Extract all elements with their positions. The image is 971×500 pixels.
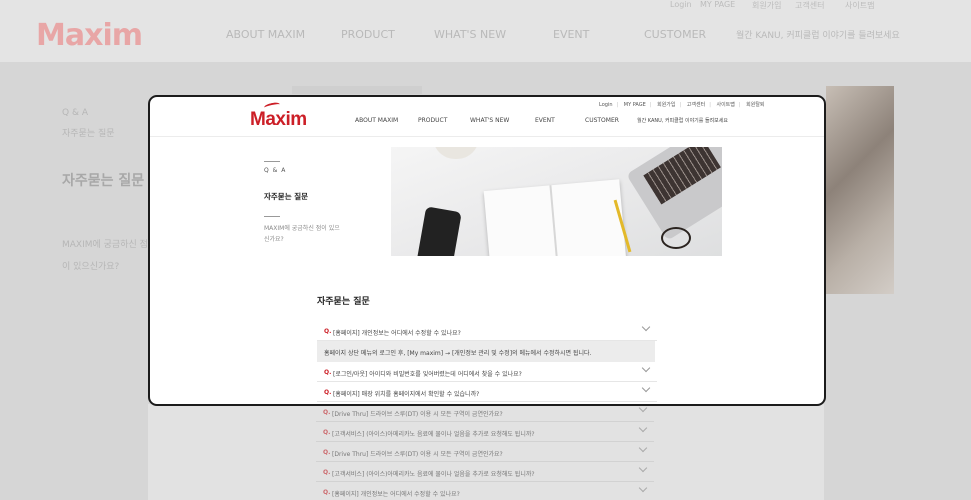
background-nav-about: ABOUT MAXIM — [226, 28, 306, 41]
faq-question: [고객서비스] (아이스)아메리카노 음료에 물이나 얼음을 추가로 요청해도 … — [332, 431, 535, 438]
question-marker: Q. — [323, 489, 331, 496]
background-side-title: 자주묻는 질문 — [62, 173, 145, 189]
background-nav-customer: CUSTOMER — [644, 28, 707, 41]
background-util-join: 회원가입 — [752, 1, 782, 10]
mypage-link[interactable]: MY PAGE — [624, 102, 646, 108]
faq-answer-text: 홈페이지 상단 메뉴의 로그인 후, [My maxim] → [개인정보 관리… — [324, 350, 592, 357]
maxim-logo[interactable]: Maxim — [250, 101, 307, 131]
faq-row[interactable]: Q. [홈페이지] 개인정보는 어디에서 수정할 수 있나요? — [317, 321, 657, 341]
nav-about-maxim[interactable]: ABOUT MAXIM — [355, 117, 398, 124]
question-marker: Q. — [323, 409, 331, 416]
join-link[interactable]: 회원가입 — [657, 102, 675, 108]
question-marker: Q. — [323, 429, 331, 436]
nav-customer[interactable]: CUSTOMER — [585, 117, 619, 124]
sidebar-item-faq[interactable]: 자주묻는 질문 — [264, 191, 308, 202]
hero-image — [391, 147, 722, 256]
background-hero-edge — [292, 86, 422, 94]
faq-row[interactable]: Q. [고객서비스] (아이스)아메리카노 음료에 물이나 얼음을 추가로 요청… — [316, 462, 654, 482]
question-marker: Q. — [323, 469, 331, 476]
faq-row[interactable]: Q. [홈페이지] 개인정보는 어디에서 수정할 수 있나요? — [316, 482, 654, 500]
chevron-down-icon — [638, 483, 648, 493]
page-title: 자주묻는 질문 — [317, 297, 370, 307]
logo-text: Maxim — [250, 109, 307, 130]
faq-question: [Drive Thru] 드라이브 스루(DT) 이용 시 모든 구역이 금연인… — [332, 451, 503, 458]
sidebar-section-title: Q & A — [264, 167, 287, 174]
background-logo: Maxim — [36, 18, 143, 53]
glasses-graphic — [661, 227, 691, 249]
site-header: Maxim Login | MY PAGE | 회원가입 | 고객센터 | 사이트맵 | … — [150, 97, 824, 137]
phone-graphic — [416, 206, 462, 256]
background-util-login: Login — [670, 0, 692, 9]
faq-question: [고객서비스] (아이스)아메리카노 음료에 물이나 얼음을 추가로 요청해도 … — [332, 471, 535, 478]
faq-question: [홈페이지] 개인정보는 어디에서 수정할 수 있나요? — [333, 330, 461, 337]
nav-notice-link[interactable]: 월간 KANU, 커피클럽 이야기를 들려보세요 — [637, 117, 728, 124]
background-util-cs: 고객센터 — [795, 1, 825, 10]
chevron-down-icon — [638, 423, 648, 433]
utility-menu: Login | MY PAGE | 회원가입 | 고객센터 | 사이트맵 | 회원탈퇴 — [599, 102, 765, 108]
background-util-sitemap: 사이트맵 — [845, 1, 875, 10]
sidebar-divider — [264, 161, 280, 162]
question-marker: Q. — [324, 328, 332, 335]
page-window: Maxim Login | MY PAGE | 회원가입 | 고객센터 | 사이트맵 | … — [148, 95, 826, 406]
question-marker: Q. — [324, 389, 332, 396]
faq-question: [홈페이지] 개인정보는 어디에서 수정할 수 있나요? — [332, 491, 460, 498]
login-link[interactable]: Login — [599, 102, 613, 108]
sidebar-item-inquiry[interactable]: MAXIM에 궁금하신 점이 있으신가요? — [264, 223, 344, 245]
nav-whats-new[interactable]: WHAT'S NEW — [470, 117, 509, 124]
faq-question: [Drive Thru] 드라이브 스루(DT) 이용 시 모든 구역이 금연인… — [332, 411, 503, 418]
chevron-down-icon — [641, 363, 651, 373]
question-marker: Q. — [323, 449, 331, 456]
background-side-link: MAXIM에 궁금하신 점이 있으신가요? — [62, 240, 148, 272]
background-side-qa: Q & A — [62, 108, 88, 118]
nav-event[interactable]: EVENT — [535, 117, 555, 124]
chevron-down-icon — [641, 322, 651, 332]
chevron-down-icon — [638, 463, 648, 473]
faq-question: [홈페이지] 매장 위치를 홈페이지에서 확인할 수 있습니까? — [333, 391, 480, 398]
sidebar-divider — [264, 216, 280, 217]
faq-question: [로그인/아웃] 아이디와 비밀번호를 잊어버렸는데 어디에서 찾을 수 있나요… — [333, 371, 522, 378]
background-side-faq: 자주묻는 질문 — [62, 129, 115, 139]
background-util-mypage: MY PAGE — [700, 0, 736, 9]
nav-product[interactable]: PRODUCT — [418, 117, 447, 124]
customer-center-link[interactable]: 고객센터 — [687, 102, 705, 108]
chevron-down-icon — [641, 383, 651, 393]
faq-row[interactable]: Q. [로그인/아웃] 아이디와 비밀번호를 잊어버렸는데 어디에서 찾을 수 … — [317, 362, 657, 382]
faq-row[interactable]: Q. [홈페이지] 매장 위치를 홈페이지에서 확인할 수 있습니까? — [317, 382, 657, 402]
chevron-down-icon — [638, 443, 648, 453]
faq-row[interactable]: Q. [고객서비스] (아이스)아메리카노 음료에 물이나 얼음을 추가로 요청… — [316, 422, 654, 442]
background-nav-event: EVENT — [553, 28, 590, 41]
background-nav-notice: 월간 KANU, 커피클럽 이야기를 들려보세요 — [736, 31, 900, 41]
background-nav-product: PRODUCT — [341, 28, 395, 41]
background-nav-whatsnew: WHAT'S NEW — [434, 28, 507, 41]
background-hero-image — [826, 86, 894, 294]
faq-row[interactable]: Q. [Drive Thru] 드라이브 스루(DT) 이용 시 모든 구역이 … — [316, 442, 654, 462]
cup-graphic — [433, 147, 479, 159]
sitemap-link[interactable]: 사이트맵 — [716, 102, 734, 108]
faq-answer: 홈페이지 상단 메뉴의 로그인 후, [My maxim] → [개인정보 관리… — [317, 341, 655, 362]
question-marker: Q. — [324, 369, 332, 376]
notebook-graphic — [483, 179, 627, 256]
withdraw-link[interactable]: 회원탈퇴 — [746, 102, 764, 108]
